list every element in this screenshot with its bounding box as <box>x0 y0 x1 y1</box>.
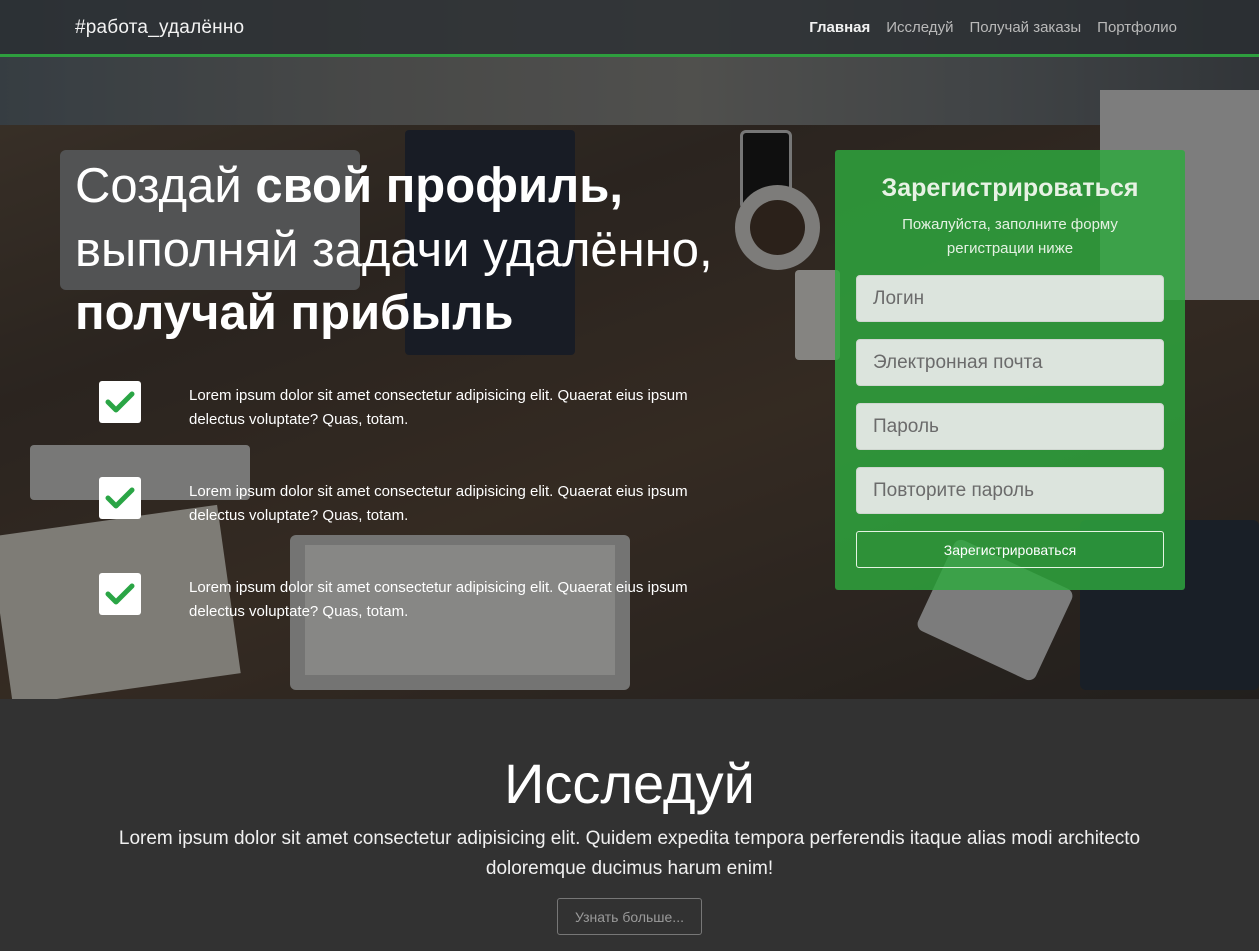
headline-bold-1: свой профиль, <box>255 159 624 213</box>
email-input[interactable] <box>856 339 1164 386</box>
nav-link-home[interactable]: Главная <box>809 19 870 36</box>
headline-part-1: Создай <box>75 159 256 213</box>
feature-text: Lorem ipsum dolor sit amet consectetur a… <box>189 579 688 620</box>
registration-title: Зарегистрироваться <box>881 174 1139 202</box>
login-input[interactable] <box>856 275 1164 322</box>
registration-subtitle: Пожалуйста, заполните форму регистрации … <box>902 216 1118 257</box>
headline-part-2: выполняй задачи удалённо, <box>75 222 713 277</box>
nav-link-portfolio[interactable]: Портфолио <box>1097 19 1177 36</box>
password-input[interactable] <box>856 403 1164 450</box>
learn-more-button[interactable]: Узнать больше... <box>557 898 702 935</box>
feature-item: Lorem ipsum dolor sit amet consectetur a… <box>99 477 749 537</box>
headline-bold-2: получай прибыль <box>75 286 514 341</box>
explore-section: Исследуй Lorem ipsum dolor sit amet cons… <box>0 699 1259 951</box>
explore-title: Исследуй <box>504 752 755 815</box>
hero-section: Создай свой профиль, выполняй задачи уда… <box>0 0 1259 699</box>
top-navbar: #работа_удалённо Главная Исследуй Получа… <box>0 0 1259 57</box>
password-repeat-input[interactable] <box>856 467 1164 514</box>
checkmark-icon <box>99 381 141 423</box>
hero-headline: Создай свой профиль, выполняй задачи уда… <box>75 155 795 346</box>
nav-link-explore[interactable]: Исследуй <box>886 19 953 36</box>
feature-text: Lorem ipsum dolor sit amet consectetur a… <box>189 387 688 428</box>
register-button[interactable]: Зарегистрироваться <box>856 531 1164 568</box>
feature-item: Lorem ipsum dolor sit amet consectetur a… <box>99 573 749 633</box>
nav-link-orders[interactable]: Получай заказы <box>969 19 1081 36</box>
nav-links: Главная Исследуй Получай заказы Портфоли… <box>809 19 1177 36</box>
feature-text: Lorem ipsum dolor sit amet consectetur a… <box>189 483 688 524</box>
explore-text: Lorem ipsum dolor sit amet consectetur a… <box>118 828 1141 879</box>
checkmark-icon <box>99 477 141 519</box>
feature-item: Lorem ipsum dolor sit amet consectetur a… <box>99 381 749 441</box>
brand-logo[interactable]: #работа_удалённо <box>75 17 244 39</box>
checkmark-icon <box>99 573 141 615</box>
registration-form: Зарегистрироваться Пожалуйста, заполните… <box>835 150 1185 590</box>
